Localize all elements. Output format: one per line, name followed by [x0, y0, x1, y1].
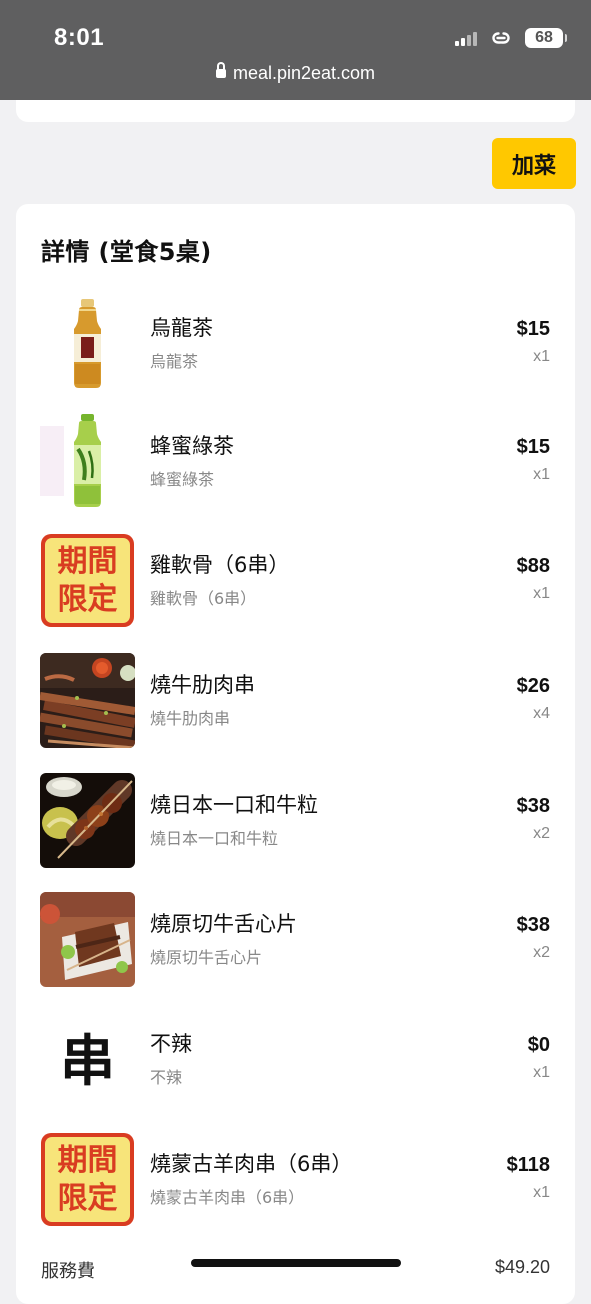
item-price: $38 [516, 795, 550, 817]
item-subtitle: 燒牛肋肉串 [150, 709, 231, 728]
item-price: $15 [516, 318, 550, 340]
limited-time-badge-icon: 期間 限定 [40, 533, 135, 628]
item-price: $15 [516, 436, 550, 458]
item-subtitle: 燒蒙古羊肉串（6串） [150, 1188, 305, 1207]
skewer-glyph: 串 [60, 1029, 115, 1093]
item-name: 燒日本一口和牛粒 [150, 793, 318, 817]
item-name: 烏龍茶 [150, 316, 213, 340]
item-name: 燒原切牛舌心片 [150, 912, 297, 936]
order-item[interactable]: 期間 限定 燒蒙古羊肉串（6串） 燒蒙古羊肉串（6串） $118 x1 [16, 1132, 575, 1228]
oolong-tea-bottle-icon [40, 296, 135, 391]
status-time: 8:01 [54, 24, 105, 51]
previous-card [16, 100, 575, 122]
limited-time-badge-icon: 期間 限定 [40, 1132, 135, 1227]
item-quantity: x1 [533, 585, 550, 602]
add-dish-button[interactable]: 加菜 [492, 138, 576, 189]
signal-icon [455, 30, 477, 46]
item-name: 蜂蜜綠茶 [150, 434, 234, 458]
badge-text-bottom: 限定 [58, 582, 118, 617]
item-name: 雞軟骨（6串） [150, 553, 290, 577]
item-quantity: x1 [533, 466, 550, 483]
honey-green-tea-bottle-icon [40, 414, 135, 509]
status-icons: 68 [455, 26, 567, 50]
item-quantity: x1 [533, 348, 550, 365]
item-quantity: x2 [533, 825, 550, 842]
item-quantity: x2 [533, 944, 550, 961]
wagyu-cubes-skewer-photo [40, 773, 135, 868]
order-item[interactable]: 蜂蜜綠茶 蜂蜜綠茶 $15 x1 [16, 414, 575, 510]
order-item[interactable]: 燒牛肋肉串 燒牛肋肉串 $26 x4 [16, 653, 575, 749]
item-quantity: x1 [533, 1184, 550, 1201]
item-price: $26 [516, 675, 550, 697]
item-subtitle: 不辣 [150, 1068, 183, 1087]
item-name: 不辣 [150, 1032, 192, 1056]
order-item[interactable]: 期間 限定 雞軟骨（6串） 雞軟骨（6串） $88 x1 [16, 533, 575, 629]
link-icon [487, 28, 515, 48]
lock-icon [215, 62, 226, 78]
browser-url-bar[interactable]: meal.pin2eat.com [0, 62, 591, 84]
beef-rib-skewers-photo [40, 653, 135, 748]
details-title: 詳情 (堂食5桌) [41, 238, 212, 266]
skewer-character-icon: 串 [40, 1012, 135, 1107]
badge-text-bottom: 限定 [58, 1181, 118, 1216]
item-price: $88 [516, 555, 550, 577]
beef-tongue-skewer-photo [40, 892, 135, 987]
badge-text-top: 期間 [58, 544, 118, 579]
order-item[interactable]: 串 不辣 不辣 $0 x1 [16, 1012, 575, 1108]
browser-url: meal.pin2eat.com [232, 63, 376, 83]
order-details-card: 詳情 (堂食5桌) 烏龍茶 烏龍茶 $15 x1 蜂蜜綠茶 蜂蜜綠茶 $15 x… [16, 204, 575, 1304]
item-quantity: x4 [533, 705, 550, 722]
item-subtitle: 烏龍茶 [150, 352, 199, 371]
item-quantity: x1 [533, 1064, 550, 1081]
item-price: $38 [516, 914, 550, 936]
badge-text-top: 期間 [58, 1143, 118, 1178]
order-item[interactable]: 燒原切牛舌心片 燒原切牛舌心片 $38 x2 [16, 892, 575, 988]
item-price: $118 [506, 1154, 550, 1176]
service-fee-value: $49.20 [494, 1257, 550, 1277]
battery-icon: 68 [525, 28, 567, 48]
item-name: 燒蒙古羊肉串（6串） [150, 1152, 353, 1176]
item-price: $0 [527, 1034, 550, 1056]
item-subtitle: 蜂蜜綠茶 [150, 470, 215, 489]
phone-status-area: 8:01 68 meal.pin2eat.com [0, 0, 591, 100]
order-item[interactable]: 燒日本一口和牛粒 燒日本一口和牛粒 $38 x2 [16, 773, 575, 869]
home-indicator[interactable] [191, 1259, 401, 1267]
order-item[interactable]: 烏龍茶 烏龍茶 $15 x1 [16, 296, 575, 392]
item-subtitle: 雞軟骨（6串） [150, 589, 257, 608]
item-subtitle: 燒日本一口和牛粒 [150, 829, 279, 848]
item-subtitle: 燒原切牛舌心片 [150, 948, 263, 967]
service-fee-label: 服務費 [41, 1261, 95, 1282]
item-name: 燒牛肋肉串 [150, 673, 255, 697]
